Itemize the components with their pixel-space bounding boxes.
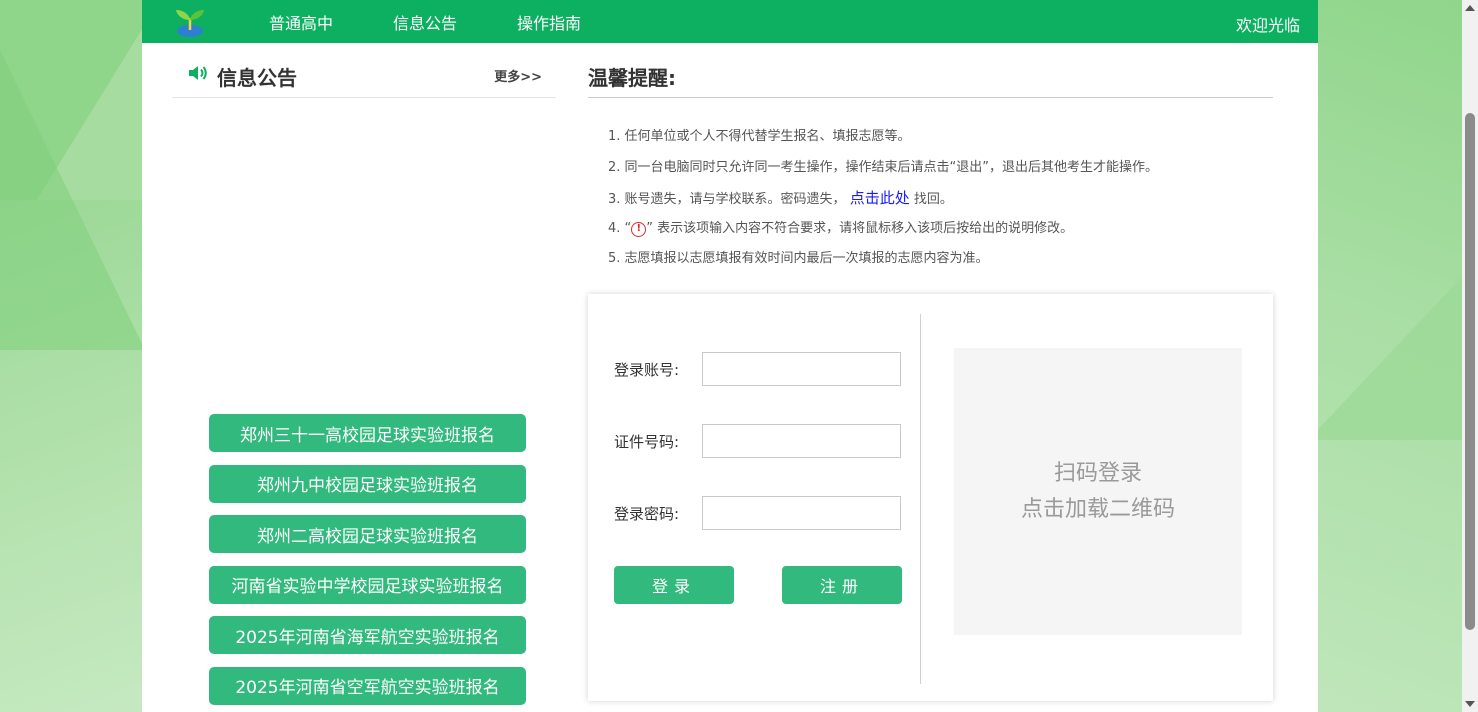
scrollbar-thumb[interactable] <box>1465 113 1475 630</box>
bg-shape <box>1308 260 1478 440</box>
nav-menu: 普通高中 信息公告 操作指南 <box>269 0 641 43</box>
warning-icon: ! <box>631 221 647 237</box>
register-navy-aviation-button[interactable]: 2025年河南省海军航空实验班报名 <box>209 616 526 654</box>
tip-text: 3. 账号遗失，请与学校联系。密码遗失， <box>608 192 846 207</box>
more-link[interactable]: 更多>> <box>494 66 542 85</box>
id-number-input[interactable] <box>702 424 901 458</box>
bg-shape <box>0 50 145 350</box>
registration-buttons: 郑州三十一高校园足球实验班报名 郑州九中校园足球实验班报名 郑州二高校园足球实验… <box>209 414 526 712</box>
notice-header: 信息公告 更多>> <box>172 43 556 98</box>
notice-title: 信息公告 <box>217 66 297 90</box>
recover-password-link[interactable]: 点击此处 <box>850 189 910 207</box>
top-nav-bar: 普通高中 信息公告 操作指南 欢迎光临 <box>142 0 1318 43</box>
reminder-header: 温馨提醒: <box>588 43 1273 98</box>
account-row: 登录账号: <box>614 352 901 386</box>
password-row: 登录密码: <box>614 496 901 530</box>
sprout-logo-icon[interactable] <box>172 6 208 38</box>
notice-panel: 信息公告 更多>> <box>172 43 556 98</box>
account-label: 登录账号: <box>614 360 680 379</box>
nav-item-high-school[interactable]: 普通高中 <box>269 10 333 34</box>
qr-login-area[interactable]: 扫码登录 点击加载二维码 <box>954 348 1242 635</box>
register-zz9-football-button[interactable]: 郑州九中校园足球实验班报名 <box>209 464 526 503</box>
tip-text: 1. 任何单位或个人不得代替学生报名、填报志愿等。 <box>608 129 911 144</box>
qr-load-text: 点击加载二维码 <box>1020 496 1175 522</box>
login-form: 登录账号: 证件号码: 登录密码: 登录 注册 <box>614 352 902 604</box>
register-zz2-football-button[interactable]: 郑州二高校园足球实验班报名 <box>209 515 526 553</box>
tip-text: 2. 同一台电脑同时只允许同一考生操作，操作结束后请点击“退出”，退出后其他考生… <box>608 159 1159 175</box>
speaker-icon <box>189 66 207 80</box>
scroll-down-arrow-icon[interactable] <box>1465 701 1475 707</box>
card-divider <box>920 314 921 684</box>
welcome-text: 欢迎光临 <box>1235 16 1300 35</box>
id-row: 证件号码: <box>614 424 901 458</box>
nav-item-guide[interactable]: 操作指南 <box>517 10 581 34</box>
qr-title: 扫码登录 <box>1053 460 1142 486</box>
reminder-title: 温馨提醒: <box>588 66 676 90</box>
tips-list: 1. 任何单位或个人不得代替学生报名、填报志愿等。 2. 同一台电脑同时只允许同… <box>608 126 1273 279</box>
password-input[interactable] <box>702 496 901 530</box>
nav-item-announcements[interactable]: 信息公告 <box>393 10 457 34</box>
register-button[interactable]: 注册 <box>782 566 902 604</box>
page-container: 普通高中 信息公告 操作指南 欢迎光临 信息公告 更多>> 郑州三十一高校园足球… <box>142 0 1318 712</box>
scroll-up-arrow-icon[interactable] <box>1465 5 1475 11</box>
password-label: 登录密码: <box>614 504 680 523</box>
register-airforce-aviation-button[interactable]: 2025年河南省空军航空实验班报名 <box>209 666 526 705</box>
register-zz31-football-button[interactable]: 郑州三十一高校园足球实验班报名 <box>209 414 526 452</box>
tip-text: ” 表示该项输入内容不符合要求，请将鼠标移入该项后按给出的说明修改。 <box>646 220 1074 236</box>
tip-item: 2. 同一台电脑同时只允许同一考生操作，操作结束后请点击“退出”，退出后其他考生… <box>608 157 1273 188</box>
tip-item: 5. 志愿填报以志愿填报有效时间内最后一次填报的志愿内容为准。 <box>608 248 1273 279</box>
reminder-panel: 温馨提醒: 1. 任何单位或个人不得代替学生报名、填报志愿等。 2. 同一台电脑… <box>588 43 1273 701</box>
account-input[interactable] <box>702 352 901 386</box>
vertical-scrollbar[interactable] <box>1462 0 1478 712</box>
tip-item: 4. “!” 表示该项输入内容不符合要求，请将鼠标移入该项后按给出的说明修改。 <box>608 218 1273 249</box>
tip-text: 5. 志愿填报以志愿填报有效时间内最后一次填报的志愿内容为准。 <box>608 251 989 266</box>
tip-text: 4. “ <box>608 220 632 236</box>
login-card: 登录账号: 证件号码: 登录密码: 登录 注册 扫码登录 点击加载二维码 <box>588 294 1273 701</box>
login-button[interactable]: 登录 <box>614 566 734 604</box>
tip-item: 1. 任何单位或个人不得代替学生报名、填报志愿等。 <box>608 126 1273 157</box>
id-label: 证件号码: <box>614 432 680 451</box>
tip-text: 找回。 <box>913 192 953 207</box>
register-hnsy-football-button[interactable]: 河南省实验中学校园足球实验班报名 <box>209 565 526 604</box>
tip-item: 3. 账号遗失，请与学校联系。密码遗失， 点击此处 找回。 <box>608 187 1273 218</box>
